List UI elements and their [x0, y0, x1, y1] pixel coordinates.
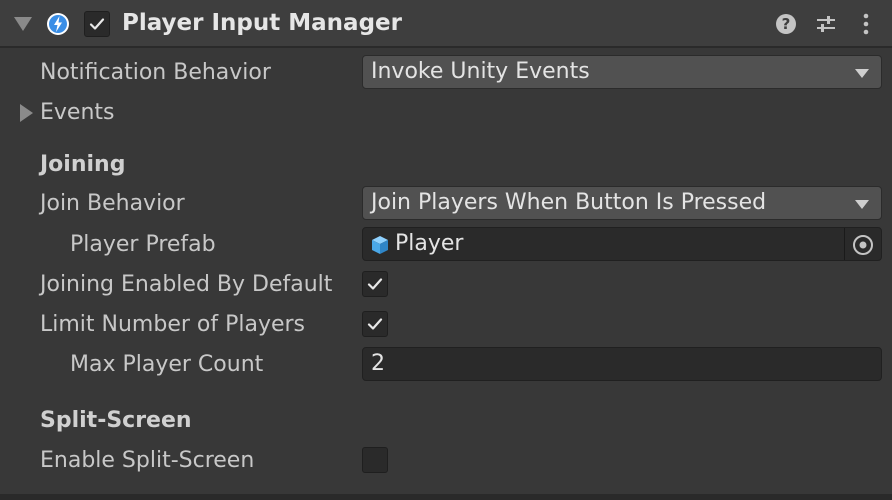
max-player-count-label: Max Player Count [70, 352, 264, 377]
joining-enabled-label: Joining Enabled By Default [40, 272, 333, 297]
split-screen-section-title: Split-Screen [40, 408, 192, 433]
joining-enabled-checkbox[interactable] [362, 271, 388, 297]
collapse-arrow-icon[interactable] [14, 17, 32, 31]
join-behavior-label: Join Behavior [40, 191, 185, 216]
limit-players-label: Limit Number of Players [40, 312, 306, 337]
player-prefab-field[interactable]: Player [362, 227, 882, 261]
join-behavior-value: Join Players When Button Is Pressed [371, 190, 767, 215]
notification-behavior-value: Invoke Unity Events [371, 59, 590, 84]
chevron-down-icon [855, 69, 869, 78]
chevron-down-icon [855, 200, 869, 209]
checkmark-icon [367, 278, 383, 290]
help-icon[interactable]: ? [774, 12, 798, 36]
component-enabled-checkbox[interactable] [84, 11, 110, 37]
events-foldout-label[interactable]: Events [40, 98, 115, 128]
expand-arrow-icon[interactable] [20, 104, 33, 122]
joining-section-title: Joining [40, 152, 126, 177]
enable-split-screen-label: Enable Split-Screen [40, 448, 255, 473]
object-picker-icon[interactable] [851, 233, 875, 257]
checkmark-icon [367, 318, 383, 330]
lightning-bolt-icon [47, 13, 69, 35]
cube-icon [372, 236, 388, 254]
checkmark-icon [89, 18, 105, 30]
sliders-icon[interactable] [814, 12, 838, 36]
max-player-count-input[interactable]: 2 [362, 347, 882, 381]
component-header[interactable]: Player Input Manager ? [0, 0, 892, 48]
field-divider [844, 228, 845, 260]
notification-behavior-label: Notification Behavior [40, 60, 271, 85]
inspector-panel: Player Input Manager ? Notification Beha… [0, 0, 892, 500]
panel-bottom-border [0, 494, 892, 500]
player-prefab-label: Player Prefab [70, 232, 216, 257]
svg-text:?: ? [782, 15, 791, 33]
player-prefab-value: Player [395, 231, 464, 256]
max-player-count-value: 2 [371, 351, 385, 376]
kebab-menu-icon[interactable] [854, 12, 878, 36]
enable-split-screen-checkbox[interactable] [362, 447, 388, 473]
limit-players-checkbox[interactable] [362, 311, 388, 337]
join-behavior-dropdown[interactable]: Join Players When Button Is Pressed [362, 186, 882, 220]
component-title: Player Input Manager [122, 10, 402, 36]
notification-behavior-dropdown[interactable]: Invoke Unity Events [362, 55, 882, 89]
